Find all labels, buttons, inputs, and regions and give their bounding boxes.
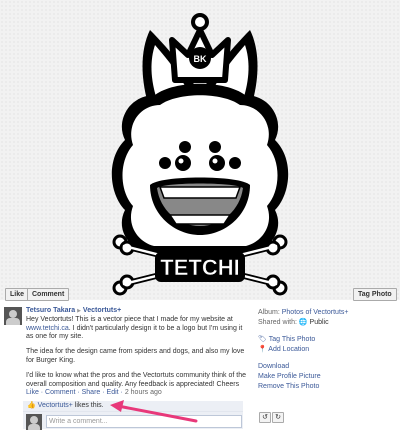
comment-input[interactable]: Write a comment... bbox=[46, 415, 242, 428]
post-time[interactable]: 2 hours ago bbox=[125, 389, 162, 396]
website-link[interactable]: www.tetchi.ca bbox=[26, 325, 69, 332]
post-caption: Tetsuro Takara ▶ Vectortuts+ Hey Vectort… bbox=[26, 307, 248, 398]
target-page[interactable]: Vectortuts+ bbox=[83, 307, 121, 314]
author-name[interactable]: Tetsuro Takara bbox=[26, 307, 75, 314]
rotate-right-icon: ↻ bbox=[275, 414, 281, 421]
rotate-right-button[interactable]: ↻ bbox=[272, 412, 284, 423]
location-pin-icon: 📍 bbox=[258, 346, 267, 353]
tag-photo-button[interactable]: Tag Photo bbox=[353, 288, 397, 301]
caption-paragraph-1a: Hey Vectortuts! This is a vector piece t… bbox=[26, 315, 233, 323]
caption-paragraph-2: The idea for the design came from spider… bbox=[26, 348, 245, 364]
post-actions[interactable]: Like · Comment · Share · Edit · bbox=[26, 389, 123, 396]
caption-paragraph-3: I'd like to know what the pros and the V… bbox=[26, 371, 247, 388]
liker-name[interactable]: Vectortuts+ bbox=[38, 402, 73, 409]
remove-photo-link[interactable]: Remove This Photo bbox=[258, 383, 319, 390]
globe-icon: 🌐 bbox=[298, 319, 308, 326]
album-link[interactable]: Photos of Vectortuts+ bbox=[282, 309, 349, 316]
rotate-left-icon: ↺ bbox=[262, 414, 268, 421]
shared-label: Shared with: bbox=[258, 319, 297, 326]
album-label: Album: bbox=[258, 309, 280, 316]
author-avatar[interactable] bbox=[4, 307, 22, 325]
add-location-link[interactable]: Add Location bbox=[268, 346, 309, 353]
likes-summary: 👍 Vectortuts+ likes this. bbox=[23, 401, 243, 412]
privacy-value[interactable]: Public bbox=[310, 319, 329, 326]
crown-badge-text: BK bbox=[194, 54, 207, 64]
photo-viewer[interactable]: BK TETCHI Like Comment Tag Photo bbox=[0, 0, 400, 301]
likes-suffix: likes this. bbox=[72, 402, 104, 409]
logo-wordmark: TETCHI bbox=[160, 255, 239, 280]
rotate-left-button[interactable]: ↺ bbox=[259, 412, 271, 423]
viewer-avatar bbox=[26, 414, 42, 430]
tag-this-photo-link[interactable]: Tag This Photo bbox=[269, 336, 316, 343]
make-profile-picture-link[interactable]: Make Profile Picture bbox=[258, 373, 321, 380]
download-link[interactable]: Download bbox=[258, 363, 289, 370]
like-photo-button[interactable]: Like bbox=[5, 288, 30, 301]
thumbs-up-icon: 👍 bbox=[27, 402, 36, 409]
separator-arrow-icon: ▶ bbox=[77, 308, 81, 314]
tetchi-illustration: BK TETCHI bbox=[111, 13, 289, 296]
tag-icon: 🏷 bbox=[258, 336, 267, 343]
photo-sidebar: Album: Photos of Vectortuts+ Shared with… bbox=[258, 308, 398, 392]
comment-composer: Write a comment... bbox=[23, 412, 243, 430]
comment-photo-button[interactable]: Comment bbox=[27, 288, 70, 301]
